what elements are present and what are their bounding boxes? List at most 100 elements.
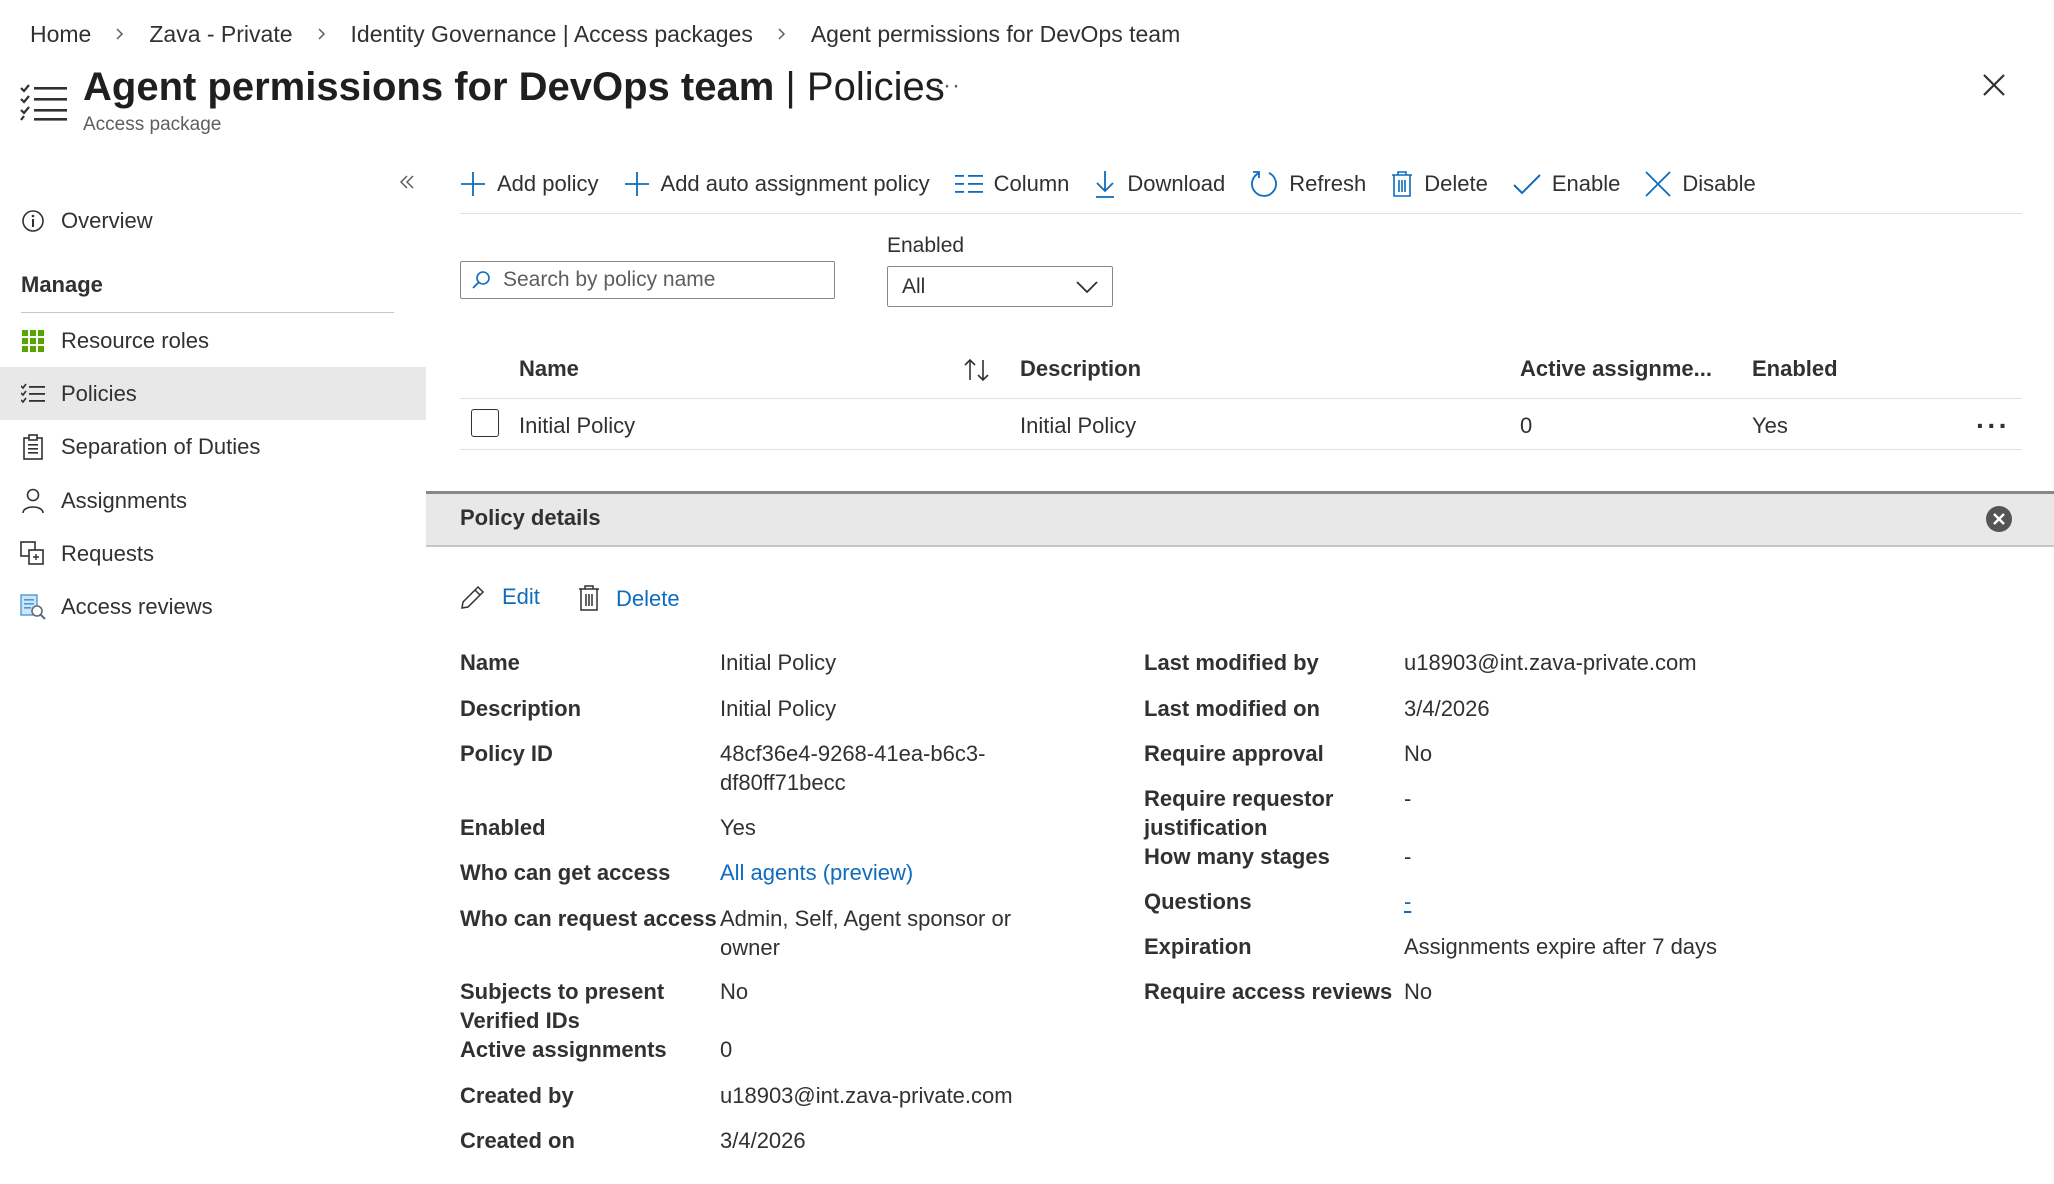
policy-id-line-2: df80ff71becc xyxy=(720,770,846,795)
page-title-separator: | xyxy=(774,65,807,109)
add-auto-assignment-policy-button[interactable]: Add auto assignment policy xyxy=(624,171,930,197)
sidebar-item-label: Separation of Duties xyxy=(61,433,261,459)
sidebar-item-separation-of-duties[interactable]: Separation of Duties xyxy=(0,420,426,473)
page-title: Agent permissions for DevOps team | Poli… xyxy=(83,60,945,114)
command-bar: Add policy Add auto assignment policy Co… xyxy=(460,164,1781,204)
justification-label-line-1: Require requestor xyxy=(1144,786,1334,811)
column-label: Column xyxy=(993,171,1070,196)
close-icon[interactable] xyxy=(1981,72,2007,98)
list-icon xyxy=(20,381,46,407)
sidebar-item-access-reviews[interactable]: Access reviews xyxy=(0,580,426,633)
search-icon xyxy=(472,271,490,289)
close-circle-icon[interactable] xyxy=(1985,505,2013,533)
detail-value-require-justification: - xyxy=(1404,786,1412,811)
page-subtitle: Access package xyxy=(83,114,222,135)
column-header-active-assignments[interactable]: Active assignme... xyxy=(1520,356,1712,382)
delete-label: Delete xyxy=(616,586,680,611)
chevron-right-icon xyxy=(317,27,327,41)
collapse-sidebar-icon[interactable] xyxy=(398,173,416,191)
info-icon xyxy=(20,208,46,234)
column-header-description[interactable]: Description xyxy=(1020,356,1141,382)
sort-icon[interactable] xyxy=(963,358,991,382)
enable-button[interactable]: Enable xyxy=(1513,171,1620,197)
detail-value-expiration: Assignments expire after 7 days xyxy=(1404,934,1718,959)
breadcrumb-home[interactable]: Home xyxy=(30,21,91,48)
clipboard-icon xyxy=(20,433,46,460)
divider xyxy=(460,398,2022,399)
divider xyxy=(460,449,2022,450)
sidebar-item-resource-roles[interactable]: Resource roles xyxy=(0,314,426,367)
delete-button[interactable]: Delete xyxy=(1391,170,1488,198)
sidebar-item-overview[interactable]: Overview xyxy=(0,194,426,247)
sidebar-item-policies[interactable]: Policies xyxy=(0,367,426,420)
refresh-button[interactable]: Refresh xyxy=(1250,170,1366,198)
plus-icon xyxy=(624,172,649,196)
trash-icon xyxy=(579,585,599,611)
detail-value-active-assignments: 0 xyxy=(720,1037,733,1062)
breadcrumb-access-packages[interactable]: Identity Governance | Access packages xyxy=(351,21,753,48)
search-input[interactable] xyxy=(501,267,825,293)
add-policy-button[interactable]: Add policy xyxy=(460,171,599,197)
detail-label-last-modified-on: Last modified on xyxy=(1144,696,1320,721)
who-can-request-line-2: owner xyxy=(720,935,780,960)
detail-label-last-modified-by: Last modified by xyxy=(1144,650,1319,675)
policy-row-enabled: Yes xyxy=(1752,413,1788,438)
detail-value-require-access-reviews: No xyxy=(1404,979,1433,1004)
column-header-name[interactable]: Name xyxy=(519,356,579,382)
search-box[interactable] xyxy=(460,261,835,299)
edit-policy-button[interactable]: Edit xyxy=(460,584,540,610)
download-button[interactable]: Download xyxy=(1094,170,1225,198)
justification-label-line-2: justification xyxy=(1144,815,1268,840)
sidebar-item-label: Overview xyxy=(61,207,153,233)
sidebar-item-requests[interactable]: Requests xyxy=(0,527,426,580)
download-icon xyxy=(1096,171,1115,198)
all-agents-link[interactable]: All agents (preview) xyxy=(720,858,913,887)
detail-label-questions: Questions xyxy=(1144,889,1252,914)
policy-id-line-1: 48cf36e4-9268-41ea-b6c3- xyxy=(720,741,986,766)
detail-value-subjects-verified-ids: No xyxy=(720,979,749,1004)
sidebar-item-label: Resource roles xyxy=(61,327,209,353)
policy-row-name[interactable]: Initial Policy xyxy=(519,413,635,439)
policy-row-description: Initial Policy xyxy=(1020,413,1137,438)
delete-policy-button[interactable]: Delete xyxy=(578,584,680,612)
breadcrumb-tenant[interactable]: Zava - Private xyxy=(149,21,292,48)
disable-button[interactable]: Disable xyxy=(1645,171,1756,197)
enabled-filter-label: Enabled xyxy=(887,234,965,257)
row-more-options-icon[interactable]: ··· xyxy=(1976,410,2010,442)
chevron-right-icon xyxy=(115,27,125,41)
subjects-label-line-2: Verified IDs xyxy=(460,1008,580,1033)
refresh-icon xyxy=(1251,171,1278,197)
subjects-label-line-1: Subjects to present xyxy=(460,979,665,1004)
questions-link[interactable]: - xyxy=(1404,887,1411,916)
download-label: Download xyxy=(1127,171,1226,196)
plus-icon xyxy=(461,172,485,196)
pencil-icon xyxy=(461,585,485,609)
sidebar-item-assignments[interactable]: Assignments xyxy=(0,474,426,527)
more-options-icon[interactable]: ··· xyxy=(934,72,961,100)
grid-icon xyxy=(20,328,46,354)
column-button[interactable]: Column xyxy=(954,171,1070,197)
column-header-enabled[interactable]: Enabled xyxy=(1752,356,1838,382)
detail-label-how-many-stages: How many stages xyxy=(1144,844,1330,869)
disable-label: Disable xyxy=(1682,171,1756,196)
policy-details-header xyxy=(426,494,2054,546)
detail-label-active-assignments: Active assignments xyxy=(460,1037,667,1062)
review-icon xyxy=(20,593,46,620)
detail-label-require-justification: Require requestor justification xyxy=(1144,784,1334,842)
sidebar-item-label: Assignments xyxy=(61,487,187,513)
detail-label-expiration: Expiration xyxy=(1144,934,1252,959)
sidebar-item-label: Policies xyxy=(61,380,137,406)
person-icon xyxy=(20,488,46,514)
detail-label-enabled: Enabled xyxy=(460,815,546,840)
close-icon xyxy=(1645,171,1672,197)
divider xyxy=(460,213,2022,214)
who-can-request-line-1: Admin, Self, Agent sponsor or xyxy=(720,906,1012,931)
breadcrumb-current[interactable]: Agent permissions for DevOps team xyxy=(811,21,1180,48)
detail-label-who-can-get-access: Who can get access xyxy=(460,860,671,885)
columns-icon xyxy=(954,175,983,193)
detail-value-last-modified-by: u18903@int.zava-private.com xyxy=(1404,650,1697,675)
detail-label-subjects-verified-ids: Subjects to present Verified IDs xyxy=(460,977,664,1035)
row-select-checkbox[interactable] xyxy=(471,409,499,437)
detail-value-how-many-stages: - xyxy=(1404,844,1412,869)
enabled-filter-dropdown[interactable]: All xyxy=(887,266,1113,307)
